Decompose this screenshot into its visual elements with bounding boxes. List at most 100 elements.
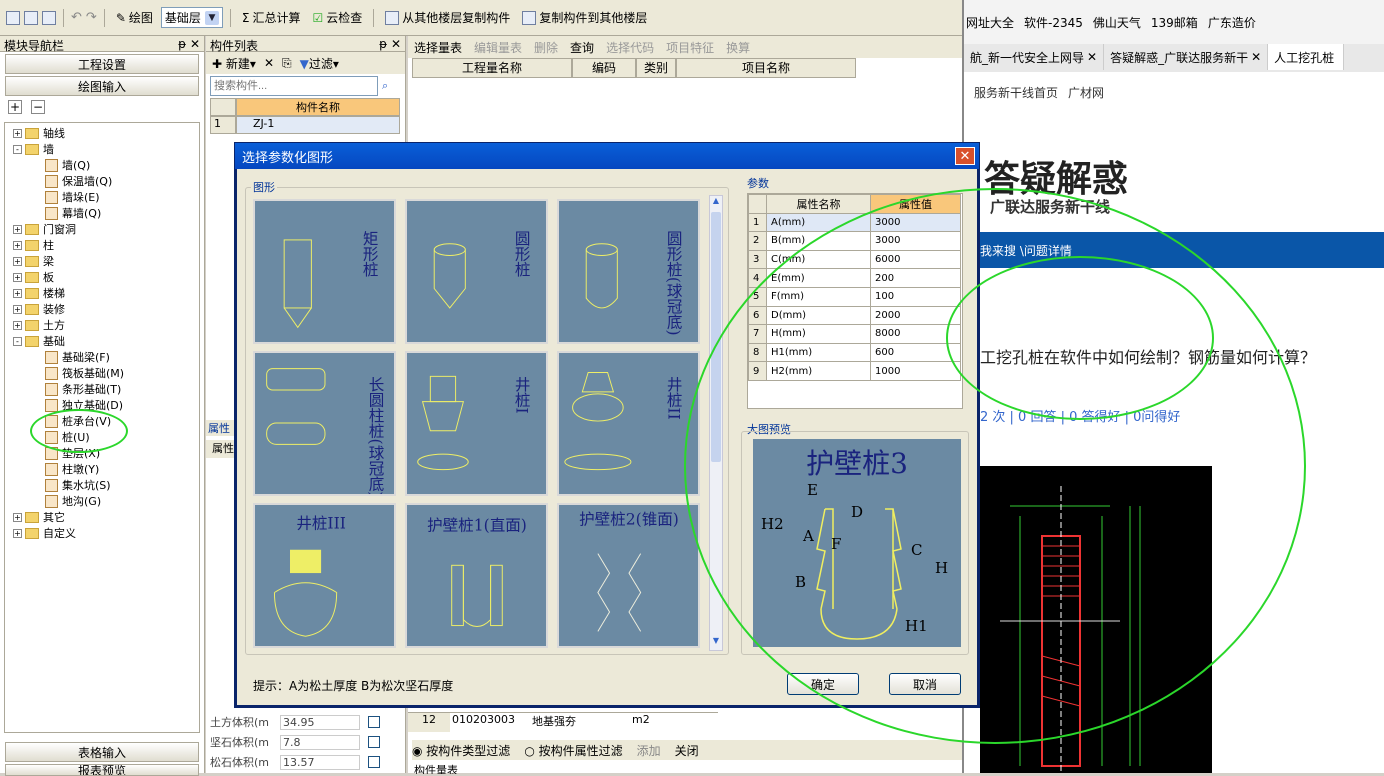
expand-icon[interactable]: + xyxy=(13,224,22,234)
search-icon[interactable]: ⌕ xyxy=(382,79,388,93)
tree-item[interactable]: + 门窗洞 xyxy=(5,221,199,237)
shape-tile[interactable]: 圆形桩(球冠底) xyxy=(557,199,700,344)
quantity-tool-button[interactable]: 选择代码 xyxy=(606,39,654,56)
expand-icon[interactable]: + xyxy=(13,528,22,538)
draw-button[interactable]: ✎ 绘图 xyxy=(112,7,157,28)
shape-tile[interactable]: 护壁桩1(直面) xyxy=(405,503,548,648)
drawing-input-button[interactable]: 绘图输入 xyxy=(5,76,199,96)
tree-item[interactable]: 集水坑(S) xyxy=(5,477,199,493)
filter-attr-radio[interactable]: ○ 按构件属性过滤 xyxy=(524,742,622,759)
tree-item[interactable]: + 梁 xyxy=(5,253,199,269)
expand-icon[interactable]: + xyxy=(13,240,22,250)
expand-icon[interactable]: + xyxy=(13,272,22,282)
shape-tile[interactable]: 长圆柱桩(球冠底) xyxy=(253,351,396,497)
browser-tab[interactable]: 答疑解惑_广联达服务新干 ✕ xyxy=(1104,44,1269,70)
browser-tab[interactable]: 人工挖孔桩 xyxy=(1268,44,1345,70)
quantity-tool-button[interactable]: 编辑量表 xyxy=(474,39,522,56)
quantity-tool-button[interactable]: 删除 xyxy=(534,39,558,56)
bookmark-link[interactable]: 139邮箱 xyxy=(1151,14,1198,31)
tree-item[interactable]: + 轴线 xyxy=(5,125,199,141)
close-icon[interactable]: ✕ xyxy=(955,147,975,165)
close-tab-icon[interactable]: ✕ xyxy=(1087,50,1097,64)
delete-icon[interactable]: ✕ xyxy=(264,56,274,70)
table-row[interactable]: 12 010203003 地基强夯 m2 xyxy=(408,712,718,732)
quantity-tool-button[interactable]: 换算 xyxy=(726,39,750,56)
quantity-tool-button[interactable]: 查询 xyxy=(570,39,594,56)
tree-item[interactable]: 保温墙(Q) xyxy=(5,173,199,189)
tree-item[interactable]: + 土方 xyxy=(5,317,199,333)
collapse-icon[interactable]: - xyxy=(13,144,22,154)
tree-item[interactable]: 条形基础(T) xyxy=(5,381,199,397)
add-button[interactable]: 添加 xyxy=(637,742,661,759)
tree-item[interactable]: 墙(Q) xyxy=(5,157,199,173)
shape-tile[interactable]: 圆形桩 xyxy=(405,199,548,344)
open-folder-icon[interactable] xyxy=(24,10,38,25)
shape-tile[interactable]: 井桩I xyxy=(405,351,548,496)
shape-tile[interactable]: 井桩II xyxy=(557,351,700,496)
tree-item[interactable]: + 柱 xyxy=(5,237,199,253)
checkbox[interactable] xyxy=(368,736,380,748)
redo-icon[interactable]: ↷ xyxy=(86,10,97,25)
collapse-all-icon[interactable]: − xyxy=(31,100,45,114)
quantity-tool-button[interactable]: 项目特征 xyxy=(666,39,714,56)
close-button[interactable]: 关闭 xyxy=(675,742,699,759)
shape-tile[interactable]: 矩形桩 xyxy=(253,199,396,344)
tree-item[interactable]: + 楼梯 xyxy=(5,285,199,301)
collapse-icon[interactable]: - xyxy=(13,336,22,346)
copy-icon[interactable]: ⎘ xyxy=(282,56,292,71)
new-component-button[interactable]: ✚ 新建▾ xyxy=(212,55,256,72)
tree-item[interactable]: + 其它 xyxy=(5,509,199,525)
tree-item[interactable]: 墙垛(E) xyxy=(5,189,199,205)
scroll-down-icon[interactable]: ▼ xyxy=(710,636,722,650)
close-tab-icon[interactable]: ✕ xyxy=(1251,50,1261,64)
floor-select[interactable]: 基础层 ▼ xyxy=(160,7,223,28)
bookmark-link[interactable]: 广东造价 xyxy=(1208,14,1256,31)
tree-item[interactable]: 基础梁(F) xyxy=(5,349,199,365)
save-icon[interactable] xyxy=(42,10,56,25)
report-preview-button[interactable]: 报表预览 xyxy=(5,764,199,776)
tree-item[interactable]: 柱墩(Y) xyxy=(5,461,199,477)
scroll-up-icon[interactable]: ▲ xyxy=(710,196,722,210)
shape-tile[interactable]: 护壁桩2(锥面) xyxy=(557,503,700,648)
table-row[interactable]: 1 ZJ-1 xyxy=(210,116,405,134)
undo-icon[interactable]: ↶ xyxy=(71,10,82,25)
expand-all-icon[interactable]: + xyxy=(8,100,22,114)
tree-item[interactable]: + 装修 xyxy=(5,301,199,317)
property-row[interactable]: 土方体积(m 34.95 xyxy=(210,712,390,732)
cloud-check-button[interactable]: ☑ 云检查 xyxy=(309,7,367,28)
new-file-icon[interactable] xyxy=(6,10,20,25)
bookmark-link[interactable]: 网址大全 xyxy=(966,14,1014,31)
tree-item[interactable]: 筏板基础(M) xyxy=(5,365,199,381)
pin-close-icon[interactable]: ᵽ ✕ xyxy=(379,37,401,51)
browser-tab[interactable]: 航_新一代安全上网导 ✕ xyxy=(964,44,1105,70)
table-input-button[interactable]: 表格输入 xyxy=(5,742,199,762)
tree-item[interactable]: 幕墙(Q) xyxy=(5,205,199,221)
expand-icon[interactable]: + xyxy=(13,320,22,330)
pin-close-icon[interactable]: ᵽ ✕ xyxy=(178,37,200,51)
filter-button[interactable]: ▼过滤▾ xyxy=(300,55,339,72)
checkbox[interactable] xyxy=(368,756,380,768)
search-input[interactable] xyxy=(210,76,378,96)
bookmark-link[interactable]: 佛山天气 xyxy=(1093,14,1141,31)
copy-to-floor-button[interactable]: 复制构件到其他楼层 xyxy=(518,7,651,28)
expand-icon[interactable]: + xyxy=(13,256,22,266)
site-nav-link[interactable]: 广材网 xyxy=(1068,84,1104,101)
site-nav-link[interactable]: 服务新干线首页 xyxy=(974,84,1058,101)
expand-icon[interactable]: + xyxy=(13,288,22,298)
tree-item[interactable]: -墙 xyxy=(5,141,199,157)
project-settings-button[interactable]: 工程设置 xyxy=(5,54,199,74)
filter-type-radio[interactable]: ◉ 按构件类型过滤 xyxy=(412,742,510,759)
quantity-tool-button[interactable]: 选择量表 xyxy=(414,39,462,56)
expand-icon[interactable]: + xyxy=(13,128,22,138)
property-row[interactable]: 松石体积(m 13.57 xyxy=(210,752,390,772)
property-row[interactable]: 坚石体积(m 7.8 xyxy=(210,732,390,752)
expand-icon[interactable]: + xyxy=(13,512,22,522)
tab-quantity-table[interactable]: 构件量表 xyxy=(414,762,458,774)
property-value[interactable]: 7.8 xyxy=(280,734,360,750)
bookmark-link[interactable]: 软件-2345 xyxy=(1024,14,1083,31)
copy-from-floor-button[interactable]: 从其他楼层复制构件 xyxy=(381,7,514,28)
tree-item[interactable]: 地沟(G) xyxy=(5,493,199,509)
tree-item[interactable]: + 自定义 xyxy=(5,525,199,541)
tree-item[interactable]: + 板 xyxy=(5,269,199,285)
property-value[interactable]: 13.57 xyxy=(280,754,360,770)
